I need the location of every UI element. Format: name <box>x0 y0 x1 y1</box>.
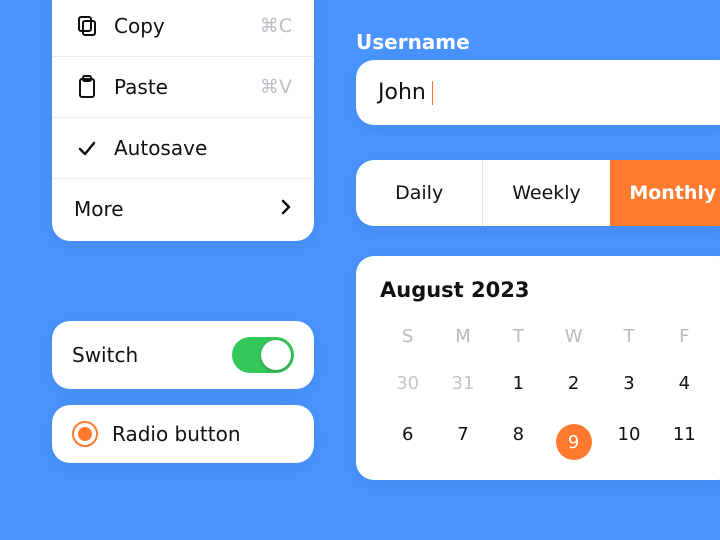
text-cursor <box>432 81 433 105</box>
username-label: Username <box>356 30 470 54</box>
menu-item-label: Copy <box>114 14 260 38</box>
chevron-right-icon <box>280 197 292 221</box>
switch-knob <box>261 340 291 370</box>
calendar-day[interactable]: 8 <box>491 414 546 470</box>
calendar-day[interactable]: 1 <box>491 363 546 404</box>
segment-daily[interactable]: Daily <box>356 160 482 226</box>
calendar-day[interactable]: 7 <box>435 414 490 470</box>
dow-label: S <box>380 320 435 353</box>
calendar-day[interactable]: 4 <box>657 363 712 404</box>
username-input[interactable]: John <box>356 60 720 125</box>
shortcut-text: ⌘V <box>260 76 292 98</box>
segment-weekly[interactable]: Weekly <box>482 160 609 226</box>
switch-row: Switch <box>52 321 314 389</box>
username-value: John <box>378 80 426 105</box>
menu-item-autosave[interactable]: Autosave <box>52 118 314 179</box>
menu-item-label: Paste <box>114 75 260 99</box>
radio-label: Radio button <box>112 422 241 446</box>
check-icon <box>74 138 100 158</box>
dow-label: T <box>601 320 656 353</box>
segment-monthly[interactable]: Monthly <box>610 160 720 226</box>
shortcut-text: ⌘C <box>260 15 292 37</box>
menu-item-paste[interactable]: Paste ⌘V <box>52 57 314 118</box>
radio-row[interactable]: Radio button <box>52 405 314 463</box>
calendar-grid: S M T W T F 30 31 1 2 3 4 6 7 8 9 10 11 <box>380 320 712 470</box>
paste-icon <box>74 75 100 99</box>
menu-item-copy[interactable]: Copy ⌘C <box>52 0 314 57</box>
context-menu: Copy ⌘C Paste ⌘V Autosave More <box>52 0 314 241</box>
calendar-day[interactable]: 6 <box>380 414 435 470</box>
dow-label: W <box>546 320 601 353</box>
switch-toggle[interactable] <box>232 337 294 373</box>
copy-icon <box>74 15 100 37</box>
calendar: August 2023 S M T W T F 30 31 1 2 3 4 6 … <box>356 256 720 480</box>
menu-item-label: Autosave <box>114 136 292 160</box>
calendar-title: August 2023 <box>380 278 712 302</box>
calendar-day[interactable]: 31 <box>435 363 490 404</box>
calendar-day[interactable]: 30 <box>380 363 435 404</box>
dow-label: T <box>491 320 546 353</box>
dow-label: F <box>657 320 712 353</box>
calendar-day-selected[interactable]: 9 <box>546 414 601 470</box>
menu-item-more[interactable]: More <box>52 179 314 241</box>
radio-icon <box>72 421 98 447</box>
calendar-day[interactable]: 2 <box>546 363 601 404</box>
segmented-control: Daily Weekly Monthly <box>356 160 720 226</box>
calendar-day[interactable]: 3 <box>601 363 656 404</box>
calendar-day[interactable]: 11 <box>657 414 712 470</box>
dow-label: M <box>435 320 490 353</box>
calendar-day[interactable]: 10 <box>601 414 656 470</box>
switch-label: Switch <box>72 343 138 367</box>
menu-item-label: More <box>74 197 280 221</box>
